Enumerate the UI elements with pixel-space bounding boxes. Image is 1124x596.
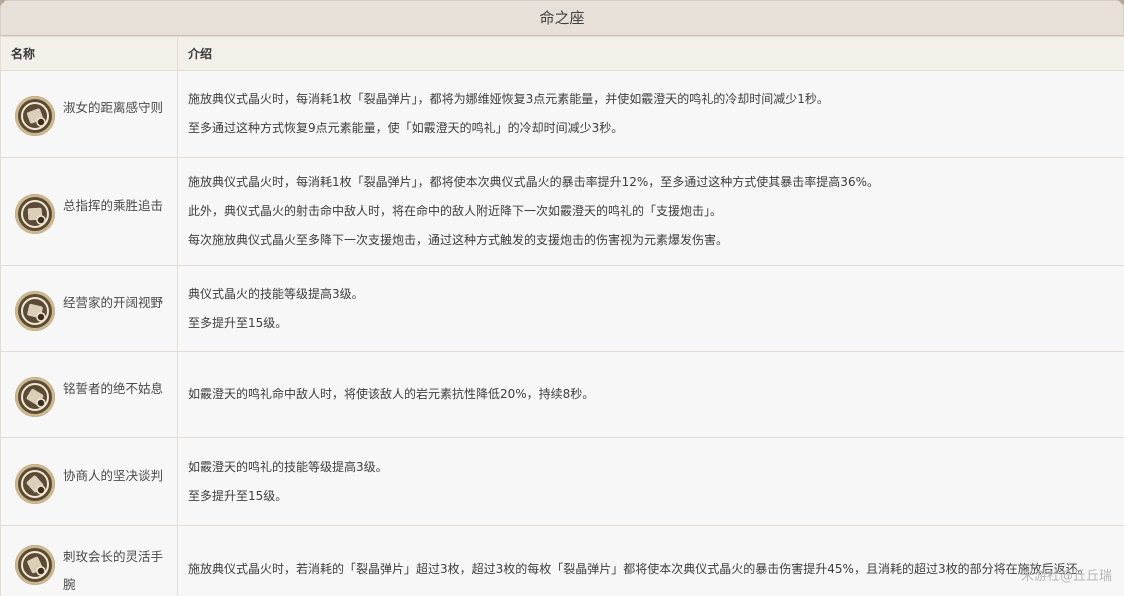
constellation-name-cell: 铭誓者的绝不姑息 — [0, 351, 178, 438]
constellation-name-cell: 总指挥的乘胜追击 — [0, 157, 178, 266]
description-line: 施放典仪式晶火时，每消耗1枚「裂晶弹片」，都将为娜维娅恢复3点元素能量，并使如霰… — [188, 92, 829, 106]
constellation-description-cell: 如霰澄天的鸣礼的技能等级提高3级。 至多提升至15级。 — [177, 437, 1124, 526]
constellation-table: 名称 介绍 淑女的距离感守则 施放典仪式晶火时，每消耗1枚「裂晶弹片」，都将为娜维… — [0, 36, 1124, 596]
constellation-1-icon — [15, 96, 55, 136]
table-row: 经营家的开阔视野 典仪式晶火的技能等级提高3级。 至多提升至15级。 — [0, 265, 1124, 352]
constellation-name-cell: 刺玫会长的灵活手腕 — [0, 525, 178, 596]
constellation-3-icon — [15, 290, 55, 331]
table-row: 淑女的距离感守则 施放典仪式晶火时，每消耗1枚「裂晶弹片」，都将为娜维娅恢复3点元… — [0, 70, 1124, 158]
watermark: 米游社@丘丘瑞 — [1020, 569, 1112, 584]
constellation-name: 刺玫会长的灵活手腕 — [63, 548, 164, 592]
description-line: 如霰澄天的鸣礼命中敌人时，将使该敌人的岩元素抗性降低20%，持续8秒。 — [188, 387, 595, 401]
constellation-name-cell: 经营家的开阔视野 — [0, 265, 178, 352]
panel-title: 命之座 — [0, 0, 1124, 37]
constellation-description-cell: 施放典仪式晶火时，若消耗的「裂晶弹片」超过3枚，超过3枚的每枚「裂晶弹片」都将使… — [177, 525, 1124, 596]
table-row: 刺玫会长的灵活手腕 施放典仪式晶火时，若消耗的「裂晶弹片」超过3枚，超过3枚的每枚… — [0, 525, 1124, 596]
constellation-panel: 命之座 名称 介绍 淑女的距离感守则施放典仪式晶火时，每消耗1枚「裂晶弹片」，都… — [0, 0, 1124, 596]
column-header-name: 名称 — [0, 36, 178, 71]
table-header-row: 名称 介绍 — [0, 36, 1124, 71]
constellation-4-icon — [15, 376, 55, 417]
corner-ornament-left — [0, 0, 6, 6]
constellation-name: 铭誓者的绝不姑息 — [63, 380, 164, 396]
constellation-description-cell: 典仪式晶火的技能等级提高3级。 至多提升至15级。 — [177, 265, 1124, 352]
constellation-name: 总指挥的乘胜追击 — [63, 197, 164, 213]
description-line: 至多提升至15级。 — [188, 488, 288, 503]
constellation-2-icon — [15, 193, 55, 234]
description-line: 至多通过这种方式恢复9点元素能量，使「如霰澄天的鸣礼」的冷却时间减少3秒。 — [188, 121, 624, 135]
constellation-name: 淑女的距离感守则 — [63, 100, 164, 115]
table-row: 铭誓者的绝不姑息 如霰澄天的鸣礼命中敌人时，将使该敌人的岩元素抗性降低20%，持续… — [0, 351, 1124, 438]
description-line: 施放典仪式晶火时，若消耗的「裂晶弹片」超过3枚，超过3枚的每枚「裂晶弹片」都将使… — [188, 562, 1090, 576]
constellation-name-cell: 淑女的距离感守则 — [0, 70, 178, 158]
description-line: 每次施放典仪式晶火至多降下一次支援炮击，通过这种方式触发的支援炮击的伤害视为元素… — [188, 233, 729, 247]
description-line: 典仪式晶火的技能等级提高3级。 — [188, 286, 364, 301]
description-line: 如霰澄天的鸣礼的技能等级提高3级。 — [188, 459, 388, 474]
constellation-description-cell: 施放典仪式晶火时，每消耗1枚「裂晶弹片」，都将为娜维娅恢复3点元素能量，并使如霰… — [177, 70, 1124, 158]
description-line: 施放典仪式晶火时，每消耗1枚「裂晶弹片」，都将使本次典仪式晶火的暴击率提升12%… — [188, 175, 879, 189]
table-row: 协商人的坚决谈判 如霰澄天的鸣礼的技能等级提高3级。 至多提升至15级。 — [0, 437, 1124, 526]
column-header-description: 介绍 — [177, 36, 1124, 71]
table-row: 总指挥的乘胜追击 施放典仪式晶火时，每消耗1枚「裂晶弹片」，都将使本次典仪式晶火的… — [0, 157, 1124, 266]
constellation-description-cell: 如霰澄天的鸣礼命中敌人时，将使该敌人的岩元素抗性降低20%，持续8秒。 — [177, 351, 1124, 438]
description-line: 至多提升至15级。 — [188, 315, 288, 330]
constellation-name: 经营家的开阔视野 — [63, 294, 164, 310]
constellation-name: 协商人的坚决谈判 — [63, 467, 164, 483]
constellation-6-icon — [15, 544, 55, 585]
constellation-5-icon — [15, 463, 55, 504]
description-line: 此外，典仪式晶火的射击命中敌人时，将在命中的敌人附近降下一次如霰澄天的鸣礼的「支… — [188, 204, 723, 218]
constellation-description-cell: 施放典仪式晶火时，每消耗1枚「裂晶弹片」，都将使本次典仪式晶火的暴击率提升12%… — [177, 157, 1124, 266]
corner-ornament-right — [1118, 0, 1124, 6]
constellation-name-cell: 协商人的坚决谈判 — [0, 437, 178, 526]
